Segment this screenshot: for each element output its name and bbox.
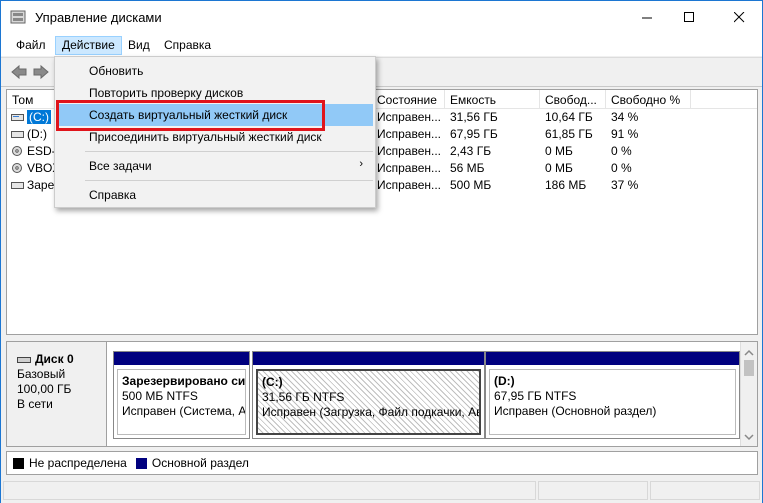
partition-type-bar	[486, 352, 739, 365]
menu-bar: Файл Действие Вид Справка	[1, 34, 762, 56]
partition-name: Зарезервировано сис	[122, 374, 246, 388]
scroll-up-icon[interactable]	[741, 346, 757, 360]
volume-capacity: 500 МБ	[450, 178, 492, 192]
drive-icon	[11, 131, 24, 138]
partition-body: (D:) 67,95 ГБ NTFS Исправен (Основной ра…	[489, 369, 736, 435]
volume-name-cell: (C:)	[11, 110, 51, 124]
disk-type: Базовый	[17, 367, 66, 381]
volume-name-cell: ESD-	[11, 144, 56, 158]
column-free[interactable]: Свобод...	[540, 90, 606, 109]
partition-type-bar	[114, 352, 249, 365]
minimize-icon	[641, 17, 652, 19]
column-capacity[interactable]: Емкость	[445, 90, 540, 109]
disk-state: В сети	[17, 397, 53, 411]
status-pane-3	[650, 481, 760, 500]
volume-name-cell: VBOX	[11, 161, 60, 175]
disk-size: 100,00 ГБ	[17, 382, 72, 396]
vertical-scrollbar[interactable]	[740, 342, 757, 446]
maximize-button[interactable]	[666, 1, 712, 34]
scrollbar-thumb[interactable]	[744, 360, 754, 376]
column-free-percent[interactable]: Свободно %	[606, 90, 691, 109]
partition-body: Зарезервировано сис 500 МБ NTFS Исправен…	[117, 369, 246, 435]
volume-free: 0 МБ	[545, 144, 573, 158]
title-bar[interactable]: Управление дисками	[1, 1, 762, 34]
disk-title: Диск 0	[17, 352, 106, 367]
primary-swatch	[135, 457, 147, 469]
volume-free-percent: 34 %	[611, 110, 639, 124]
all-tasks-label: Все задачи	[89, 159, 152, 173]
close-icon	[733, 12, 744, 23]
volume-free: 61,85 ГБ	[545, 127, 593, 141]
highlight-box	[56, 100, 325, 131]
partition-reserved[interactable]: Зарезервировано сис 500 МБ NTFS Исправен…	[113, 351, 250, 439]
drive-icon	[11, 182, 24, 189]
disk-0-info[interactable]: Диск 0 Базовый 100,00 ГБ В сети	[7, 342, 107, 446]
volume-free: 186 МБ	[545, 178, 587, 192]
menu-file[interactable]: Файл	[9, 36, 53, 55]
scroll-down-icon[interactable]	[741, 430, 757, 444]
volume-status: Исправен...	[377, 178, 442, 192]
partition-size: 67,95 ГБ NTFS	[494, 389, 577, 403]
drive-icon	[11, 114, 24, 121]
volume-status: Исправен...	[377, 144, 442, 158]
volume-free: 0 МБ	[545, 161, 573, 175]
menu-item-help[interactable]: Справка	[57, 184, 373, 206]
partition-d[interactable]: (D:) 67,95 ГБ NTFS Исправен (Основной ра…	[485, 351, 740, 439]
close-button[interactable]	[716, 1, 762, 34]
volume-capacity: 31,56 ГБ	[450, 110, 498, 124]
maximize-icon	[683, 12, 694, 22]
partition-size: 31,56 ГБ NTFS	[262, 390, 345, 404]
submenu-arrow-icon: ›	[359, 158, 363, 170]
minimize-button[interactable]	[624, 1, 670, 34]
partition-c[interactable]: (C:) 31,56 ГБ NTFS Исправен (Загрузка, Ф…	[252, 351, 485, 439]
unallocated-swatch	[13, 457, 24, 469]
volume-free-percent: 37 %	[611, 178, 639, 192]
legend-unallocated: Не распределена	[29, 456, 127, 470]
cd-drive-icon	[12, 146, 22, 156]
menu-item-refresh[interactable]: Обновить	[57, 60, 373, 82]
volume-free-percent: 0 %	[611, 144, 632, 158]
volume-status: Исправен...	[377, 161, 442, 175]
volume-capacity: 56 МБ	[450, 161, 485, 175]
partition-status: Исправен (Загрузка, Файл подкачки, Ав	[262, 405, 481, 419]
disk-management-icon	[10, 10, 26, 24]
legend-primary: Основной раздел	[151, 456, 249, 470]
volume-free: 10,64 ГБ	[545, 110, 593, 124]
status-pane-main	[3, 481, 536, 500]
menu-item-all-tasks[interactable]: Все задачи ›	[57, 155, 373, 177]
disk-management-window: Управление дисками Файл Действие Вид Спр…	[0, 0, 763, 503]
partition-status: Исправен (Система, А	[122, 404, 246, 418]
partition-status: Исправен (Основной раздел)	[494, 404, 657, 418]
action-menu-dropdown: Обновить Повторить проверку дисков Созда…	[54, 56, 376, 208]
disk-layout-pane[interactable]: Диск 0 Базовый 100,00 ГБ В сети Зарезерв…	[6, 341, 758, 447]
volume-capacity: 2,43 ГБ	[450, 144, 492, 158]
column-status[interactable]: Состояние	[372, 90, 445, 109]
arrow-right-icon[interactable]	[32, 64, 50, 80]
volume-free-percent: 91 %	[611, 127, 639, 141]
partition-name: (C:)	[262, 375, 283, 389]
volume-status: Исправен...	[377, 110, 442, 124]
status-pane-2	[538, 481, 648, 500]
volume-free-percent: 0 %	[611, 161, 632, 175]
volume-name-cell: Заре	[11, 178, 54, 192]
cd-drive-icon	[12, 163, 22, 173]
partition-size: 500 МБ NTFS	[122, 389, 198, 403]
hard-disk-icon	[17, 356, 31, 363]
menu-help[interactable]: Справка	[157, 36, 218, 55]
status-bar	[1, 479, 762, 503]
menu-separator	[85, 180, 373, 181]
partition-type-bar	[253, 352, 484, 365]
menu-separator	[85, 151, 373, 152]
window-title: Управление дисками	[35, 10, 162, 25]
volume-name-cell: (D:)	[11, 127, 47, 141]
partition-name: (D:)	[494, 374, 515, 388]
volume-capacity: 67,95 ГБ	[450, 127, 498, 141]
volume-status: Исправен...	[377, 127, 442, 141]
legend: Не распределена Основной раздел	[6, 451, 758, 475]
arrow-left-icon[interactable]	[10, 64, 28, 80]
partition-body-selected: (C:) 31,56 ГБ NTFS Исправен (Загрузка, Ф…	[256, 369, 481, 435]
menu-action[interactable]: Действие	[55, 36, 122, 55]
menu-view[interactable]: Вид	[121, 36, 157, 55]
